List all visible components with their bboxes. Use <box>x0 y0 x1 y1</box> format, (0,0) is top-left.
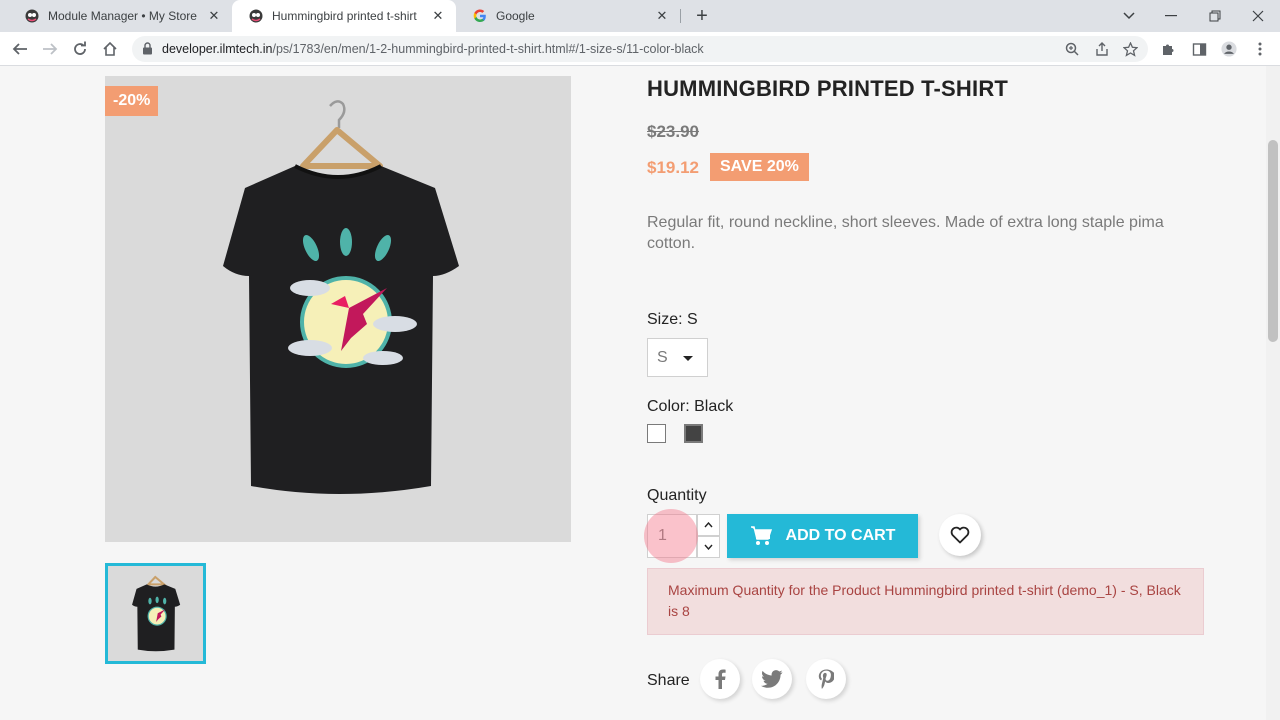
page-scrollbar-thumb[interactable] <box>1268 140 1278 342</box>
zoom-icon[interactable] <box>1064 41 1080 57</box>
tab-hummingbird[interactable]: Hummingbird printed t-shirt ✕ <box>232 0 456 32</box>
regular-price: $23.90 <box>647 122 699 141</box>
color-swatch-black[interactable] <box>684 424 703 443</box>
tab-title: Module Manager • My Store <box>48 9 197 23</box>
chevron-up-icon <box>704 522 713 528</box>
prestashop-favicon-icon <box>24 8 40 24</box>
product-page: -20% HUMMINGBIRD PRINTED T-SHIRT $23.90 … <box>0 66 1266 720</box>
cart-icon <box>750 526 772 545</box>
twitter-share-button[interactable] <box>752 659 792 699</box>
product-description: Regular fit, round neckline, short sleev… <box>647 214 1164 252</box>
quantity-label: Quantity <box>647 487 707 504</box>
share-page-icon[interactable] <box>1094 41 1110 57</box>
extensions-puzzle-icon[interactable] <box>1160 41 1176 57</box>
add-to-cart-button[interactable]: ADD TO CART <box>727 514 918 558</box>
product-cover-image[interactable] <box>105 76 571 542</box>
tshirt-thumbnail-image <box>132 575 181 652</box>
close-tab-icon[interactable]: ✕ <box>654 8 670 24</box>
pinterest-share-button[interactable] <box>806 659 846 699</box>
tab-separator <box>680 9 681 23</box>
reload-icon[interactable] <box>68 37 92 61</box>
tab-google[interactable]: Google ✕ <box>456 0 680 32</box>
dropdown-caret-icon <box>683 356 693 361</box>
close-tab-icon[interactable]: ✕ <box>430 8 446 24</box>
new-tab-plus-icon[interactable]: + <box>690 4 714 28</box>
kebab-menu-icon[interactable] <box>1252 41 1268 57</box>
share-label: Share <box>647 672 690 689</box>
forward-arrow-icon[interactable] <box>38 37 62 61</box>
tab-title: Google <box>496 9 535 23</box>
tshirt-image <box>223 100 459 494</box>
url-text: developer.ilmtech.in/ps/1783/en/men/1-2-… <box>162 42 704 56</box>
quantity-decrease-button[interactable] <box>697 536 720 558</box>
click-indicator <box>644 509 698 563</box>
omnibox[interactable]: developer.ilmtech.in/ps/1783/en/men/1-2-… <box>132 36 1148 62</box>
side-panel-icon[interactable] <box>1191 41 1207 57</box>
restore-icon[interactable] <box>1193 0 1237 32</box>
bookmark-star-icon[interactable] <box>1122 41 1138 57</box>
size-select-value: S <box>657 348 668 366</box>
quantity-increase-button[interactable] <box>697 514 720 536</box>
url-host: developer.ilmtech.in <box>162 42 273 56</box>
minimize-icon[interactable] <box>1149 0 1193 32</box>
chevron-down-icon <box>704 544 713 550</box>
current-price: $19.12 <box>647 158 699 177</box>
tab-module-manager[interactable]: Module Manager • My Store ✕ <box>8 0 232 32</box>
discount-flag: -20% <box>105 86 159 116</box>
twitter-icon <box>761 670 783 688</box>
url-path: /ps/1783/en/men/1-2-hummingbird-printed-… <box>272 42 704 56</box>
color-swatch-white[interactable] <box>647 424 666 443</box>
max-quantity-alert: Maximum Quantity for the Product Humming… <box>647 568 1204 635</box>
close-tab-icon[interactable]: ✕ <box>206 8 222 24</box>
back-arrow-icon[interactable] <box>8 37 32 61</box>
add-to-cart-label: ADD TO CART <box>785 527 896 544</box>
address-toolbar: developer.ilmtech.in/ps/1783/en/men/1-2-… <box>0 32 1280 66</box>
size-select[interactable]: S <box>647 338 708 377</box>
color-label: Color: Black <box>647 398 734 415</box>
save-badge: SAVE 20% <box>710 153 809 181</box>
lock-icon[interactable] <box>142 42 153 60</box>
profile-avatar-icon[interactable] <box>1221 41 1237 57</box>
product-title: HUMMINGBIRD PRINTED T-SHIRT <box>647 76 1009 101</box>
home-icon[interactable] <box>98 37 122 61</box>
size-label: Size: S <box>647 311 698 328</box>
pinterest-icon <box>818 669 834 689</box>
prestashop-favicon-icon <box>248 8 264 24</box>
google-favicon-icon <box>472 8 488 24</box>
facebook-share-button[interactable] <box>700 659 740 699</box>
product-thumbnail-selected[interactable] <box>105 563 206 664</box>
tab-search-chevron-icon[interactable] <box>1107 0 1151 32</box>
facebook-icon <box>715 669 726 689</box>
close-window-icon[interactable] <box>1236 0 1280 32</box>
tab-title: Hummingbird printed t-shirt <box>272 9 417 23</box>
wishlist-button[interactable] <box>939 514 981 556</box>
tab-strip: Module Manager • My Store ✕ Hummingbird … <box>0 0 1280 32</box>
heart-icon <box>950 526 970 544</box>
